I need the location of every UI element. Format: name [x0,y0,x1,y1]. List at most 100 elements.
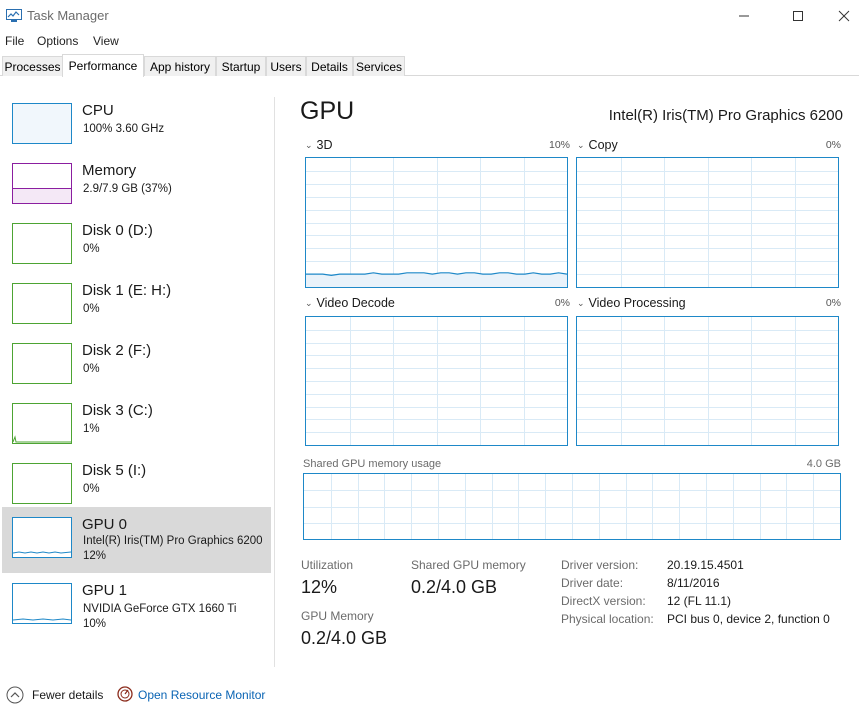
maximize-icon [793,10,803,21]
shared-memory-graph-label: Shared GPU memory usage [303,458,442,470]
sidebar-item-detail: 2.9/7.9 GB (37%) [83,183,172,195]
sidebar-item-memory[interactable]: Memory 2.9/7.9 GB (37%) [2,155,271,219]
sidebar-item-name: CPU [82,102,114,119]
sidebar-item-disk-1[interactable]: Disk 1 (E: H:) 0% [2,275,271,339]
engine-pct: 0% [554,297,570,309]
tab-startup[interactable]: Startup [216,56,266,76]
shared-memory-graph-lines [304,474,840,539]
engine-copy-graph [576,157,839,288]
tab-services[interactable]: Services [353,56,405,76]
sidebar-item-detail: 1% [83,423,100,435]
engine-video-decode-graph [305,316,568,446]
gpu-memory-value: 0.2/4.0 GB [301,628,388,648]
chevron-down-icon: ⌄ [577,298,585,308]
tab-strip: Processes Performance App history Startu… [0,54,859,77]
close-button[interactable] [821,0,859,31]
minimize-icon [739,15,749,16]
maximize-button[interactable] [775,0,821,31]
tab-performance[interactable]: Performance [62,54,144,77]
disk-thumbnail-graph [12,463,72,504]
sidebar-item-gpu-0[interactable]: GPU 0 Intel(R) Iris(TM) Pro Graphics 620… [2,507,271,573]
engine-3d-usage-area [306,272,567,287]
sidebar-item-name: GPU 1 [82,582,128,599]
disk-thumbnail-graph [12,343,72,384]
memory-thumbnail-graph [12,163,72,204]
sidebar-item-detail: Intel(R) Iris(TM) Pro Graphics 6200 [83,535,263,547]
gpu-detail-pane: GPU Intel(R) Iris(TM) Pro Graphics 6200 … [275,77,859,667]
sidebar-item-name: Disk 2 (F:) [82,342,152,359]
engine-copy-selector[interactable]: ⌄ Copy [577,138,618,152]
minimize-button[interactable] [721,0,767,31]
sidebar-item-disk-2[interactable]: Disk 2 (F:) 0% [2,335,271,399]
driver-version-label: Driver version: [561,558,639,572]
chevron-down-icon: ⌄ [305,298,313,308]
gpu-thumbnail-graph [12,517,72,558]
chevron-down-icon: ⌄ [577,140,585,150]
sidebar-item-cpu[interactable]: CPU 100% 3.60 GHz [2,95,271,159]
directx-version-label: DirectX version: [561,594,646,608]
disk-thumbnail-graph [12,403,72,444]
window-title: Task Manager [27,8,109,23]
engine-label: Copy [588,138,618,152]
gpu-memory-label: GPU Memory [301,609,374,623]
disk-thumbnail-graph [12,283,72,324]
sidebar-item-detail: 0% [83,363,100,375]
collapse-chevron-icon[interactable] [6,686,24,704]
chevron-down-icon: ⌄ [305,140,313,150]
tab-app-history[interactable]: App history [144,56,216,76]
engine-video-decode-selector[interactable]: ⌄ Video Decode [305,296,395,310]
sidebar-item-detail: 100% 3.60 GHz [83,123,165,135]
footer-bar: Fewer details Open Resource Monitor [0,681,859,709]
engine-pct: 10% [548,139,570,151]
menu-file[interactable]: File [5,34,24,48]
sidebar-item-disk-3[interactable]: Disk 3 (C:) 1% [2,395,271,459]
tab-processes[interactable]: Processes [2,56,63,76]
fewer-details-link[interactable]: Fewer details [32,688,103,702]
cpu-thumbnail-graph [12,103,72,144]
sidebar-item-name: Disk 0 (D:) [82,222,153,239]
engine-3d-selector[interactable]: ⌄ 3D [305,138,333,152]
sidebar-item-name: Disk 1 (E: H:) [82,282,172,299]
shared-memory-label: Shared GPU memory [411,558,526,572]
sidebar-item-detail: 0% [83,243,100,255]
sidebar-item-detail: 0% [83,303,100,315]
title-bar: Task Manager [0,0,859,31]
engine-3d-graph [305,157,568,288]
close-icon [838,10,850,21]
page-title: GPU [300,97,355,125]
sidebar-item-name: Memory [82,162,137,179]
resource-list: CPU 100% 3.60 GHz Memory 2.9/7.9 GB (37%… [0,77,274,667]
utilization-value: 12% [301,577,338,597]
engine-label: Video Decode [316,296,395,310]
task-manager-app-icon [6,9,22,22]
menu-view[interactable]: View [93,34,119,48]
directx-version-value: 12 (FL 11.1) [667,594,732,608]
tab-details[interactable]: Details [306,56,353,76]
engine-video-processing-selector[interactable]: ⌄ Video Processing [577,296,686,310]
sidebar-item-disk-0[interactable]: Disk 0 (D:) 0% [2,215,271,279]
open-resource-monitor-link[interactable]: Open Resource Monitor [138,688,265,702]
engine-video-processing-graph [576,316,839,446]
menu-options[interactable]: Options [37,34,78,48]
sidebar-item-name: Disk 3 (C:) [82,402,153,419]
driver-date-value: 8/11/2016 [667,576,720,590]
sidebar-item-detail: NVIDIA GeForce GTX 1660 Ti [83,603,237,615]
shared-memory-graph [303,473,841,540]
engine-video-decode-graph-lines [306,317,567,445]
resource-monitor-icon [117,686,133,702]
tab-users[interactable]: Users [266,56,306,76]
disk-thumbnail-graph [12,223,72,264]
sidebar-item-name: Disk 5 (I:) [82,462,147,479]
shared-memory-value: 0.2/4.0 GB [411,577,498,597]
menu-bar: File Options View [0,31,859,51]
sidebar-item-gpu-1[interactable]: GPU 1 NVIDIA GeForce GTX 1660 Ti 10% [2,575,271,639]
sidebar-item-detail: 0% [83,483,100,495]
engine-copy-graph-lines [577,158,838,287]
engine-pct: 0% [825,297,841,309]
utilization-label: Utilization [301,558,354,572]
physical-location-label: Physical location: [561,612,654,626]
engine-pct: 0% [825,139,841,151]
shared-memory-graph-max: 4.0 GB [806,458,841,470]
engine-label: 3D [316,138,333,152]
gpu-model-name: Intel(R) Iris(TM) Pro Graphics 6200 [608,107,843,124]
